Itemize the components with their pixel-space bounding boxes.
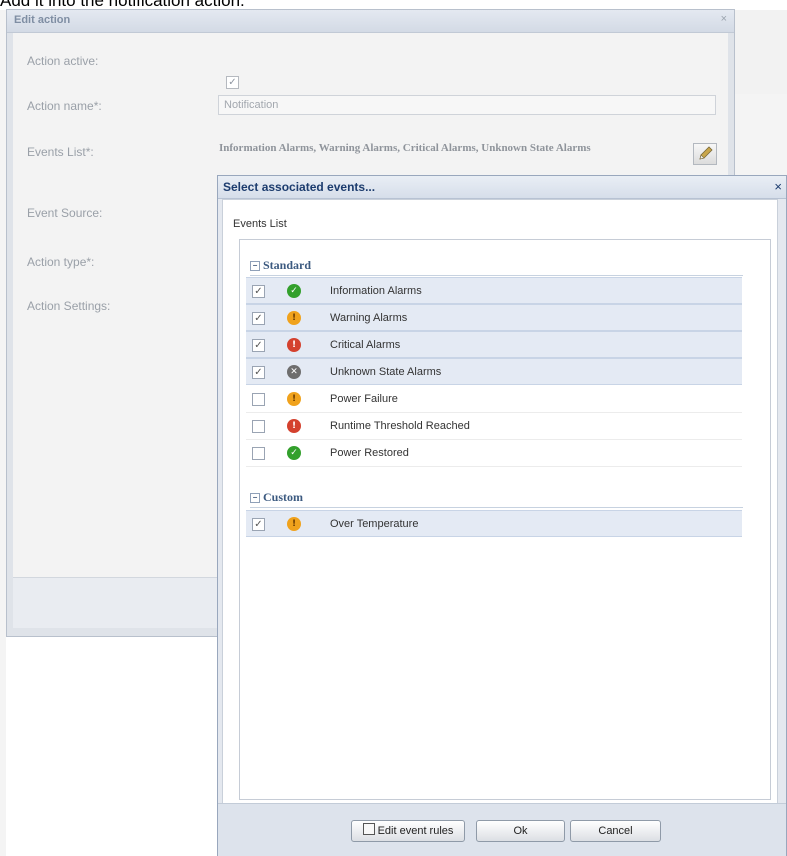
edit-event-rules-button[interactable]: Edit event rules (351, 820, 465, 842)
event-checkbox[interactable] (252, 393, 265, 406)
critical-icon: ! (287, 419, 301, 433)
action-settings-label: Action Settings: (27, 299, 111, 313)
select-events-dialog: Select associated events... × Events Lis… (217, 175, 787, 856)
event-row-runtime-threshold-reached[interactable]: ! Runtime Threshold Reached (246, 413, 742, 440)
dialog-titlebar[interactable]: Select associated events... × (218, 176, 786, 199)
group-header-standard[interactable]: − Standard (250, 258, 311, 274)
events-list-value: Information Alarms, Warning Alarms, Crit… (219, 142, 591, 154)
warning-icon: ! (287, 311, 301, 325)
unknown-icon: ✕ (287, 365, 301, 379)
warning-icon: ! (287, 392, 301, 406)
group-name: Custom (263, 490, 304, 504)
ok-button[interactable]: Ok (476, 820, 565, 842)
green-check-icon: ✓ (287, 284, 301, 298)
event-row-power-restored[interactable]: ✓ Power Restored (246, 440, 742, 467)
dialog-title: Select associated events... (223, 180, 376, 194)
group-name: Standard (263, 258, 312, 272)
cancel-button[interactable]: Cancel (570, 820, 661, 842)
event-label: Information Alarms (330, 285, 422, 297)
event-row-unknown-state-alarms[interactable]: ✓ ✕ Unknown State Alarms (246, 358, 742, 385)
event-label: Warning Alarms (330, 312, 408, 324)
edit-action-close-icon[interactable]: × (721, 13, 727, 25)
event-label: Power Failure (330, 393, 398, 405)
edit-rules-icon (362, 823, 375, 835)
green-check-icon: ✓ (287, 446, 301, 460)
background-toolbar-area (735, 10, 787, 95)
event-checkbox[interactable]: ✓ (252, 339, 265, 352)
group-divider (250, 507, 743, 508)
event-checkbox[interactable] (252, 447, 265, 460)
event-checkbox[interactable] (252, 420, 265, 433)
action-name-label: Action name*: (27, 99, 102, 113)
event-checkbox[interactable]: ✓ (252, 285, 265, 298)
dialog-body: Events List − Standard ✓ ✓ Information Al… (222, 199, 778, 804)
event-checkbox[interactable]: ✓ (252, 312, 265, 325)
events-list-panel: − Standard ✓ ✓ Information Alarms ✓ ! War… (239, 239, 771, 800)
event-checkbox[interactable]: ✓ (252, 518, 265, 531)
dialog-close-icon[interactable]: × (774, 179, 782, 194)
dialog-footer: Edit event rules Ok Cancel (218, 803, 786, 856)
action-name-input[interactable]: Notification (218, 95, 716, 115)
critical-icon: ! (287, 338, 301, 352)
event-label: Runtime Threshold Reached (330, 420, 470, 432)
event-checkbox[interactable]: ✓ (252, 366, 265, 379)
event-label: Over Temperature (330, 518, 419, 530)
group-header-custom[interactable]: − Custom (250, 490, 303, 506)
collapse-toggle-icon[interactable]: − (250, 493, 260, 504)
event-row-information-alarms[interactable]: ✓ ✓ Information Alarms (246, 277, 742, 304)
event-label: Unknown State Alarms (330, 366, 442, 378)
edit-events-button[interactable] (693, 143, 717, 165)
event-row-warning-alarms[interactable]: ✓ ! Warning Alarms (246, 304, 742, 331)
event-row-power-failure[interactable]: ! Power Failure (246, 386, 742, 413)
events-list-label: Events List*: (27, 145, 94, 159)
event-row-critical-alarms[interactable]: ✓ ! Critical Alarms (246, 331, 742, 358)
warning-icon: ! (287, 517, 301, 531)
edit-action-titlebar[interactable]: Edit action × (7, 10, 734, 33)
event-label: Power Restored (330, 447, 409, 459)
event-row-over-temperature[interactable]: ✓ ! Over Temperature (246, 510, 742, 537)
event-label: Critical Alarms (330, 339, 401, 351)
action-type-label: Action type*: (27, 255, 95, 269)
action-active-label: Action active: (27, 54, 99, 68)
event-source-label: Event Source: (27, 206, 103, 220)
edit-action-title: Edit action (14, 14, 71, 26)
pencil-icon (699, 146, 713, 160)
action-active-checkbox[interactable]: ✓ (226, 76, 239, 89)
group-divider (250, 275, 743, 276)
events-list-heading: Events List (233, 218, 287, 230)
edit-event-rules-label: Edit event rules (377, 825, 454, 837)
collapse-toggle-icon[interactable]: − (250, 261, 260, 272)
